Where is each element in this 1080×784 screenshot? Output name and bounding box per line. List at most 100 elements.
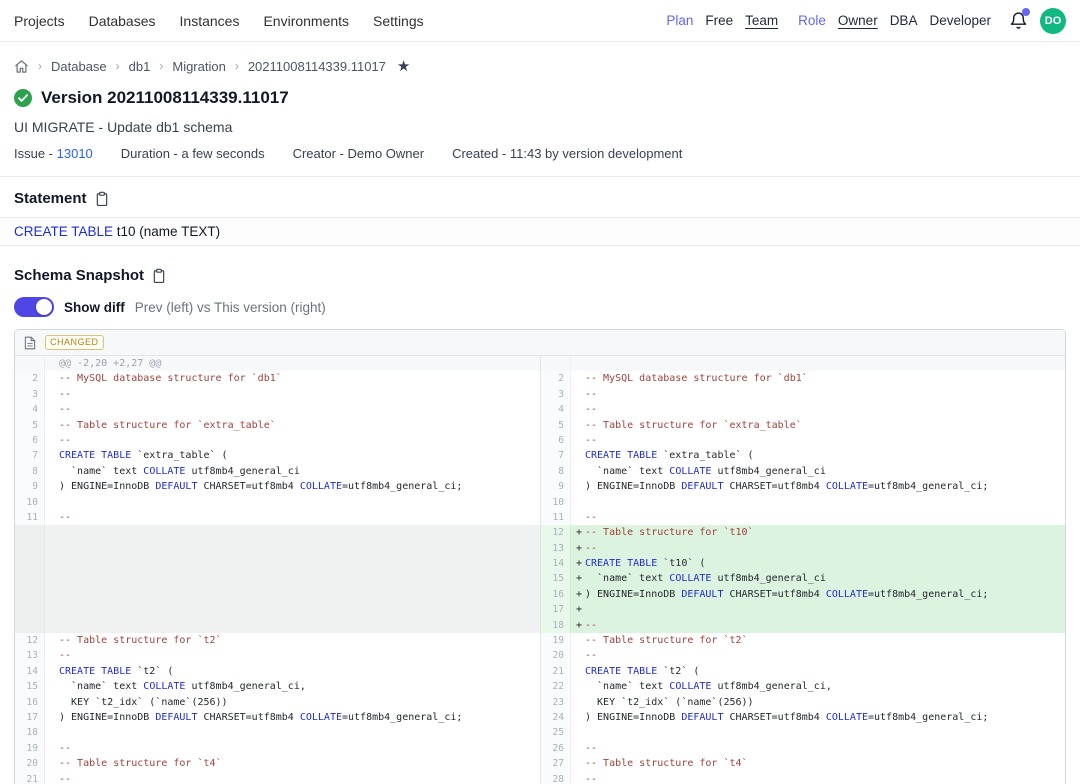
line-marker (571, 418, 585, 433)
diff-line: 11 -- (541, 510, 1065, 525)
notification-bell-icon[interactable] (1009, 11, 1028, 31)
bookmark-star-icon[interactable]: ★ (397, 59, 410, 74)
line-number: 17 (15, 710, 45, 725)
line-number: 21 (15, 772, 45, 784)
line-number: 5 (15, 418, 45, 433)
file-icon (24, 336, 36, 350)
line-number: 13 (15, 648, 45, 663)
line-number: 2 (541, 371, 571, 386)
diff-line: 6 -- (15, 433, 540, 448)
line-number: 10 (15, 495, 45, 510)
diff-line: 7 CREATE TABLE `extra_table` ( (541, 448, 1065, 463)
line-marker (45, 725, 59, 740)
diff-line: 11 -- (15, 510, 540, 525)
copy-schema-icon[interactable] (152, 268, 166, 284)
nav-item-projects[interactable]: Projects (14, 13, 65, 29)
line-number: 14 (541, 556, 571, 571)
line-marker (571, 648, 585, 663)
diff-line: 10 (15, 495, 540, 510)
line-number: 11 (541, 510, 571, 525)
main-content: Version 20211008114339.11017 UI MIGRATE … (0, 88, 1080, 784)
diff-line: 14 CREATE TABLE `t2` ( (15, 664, 540, 679)
line-marker (571, 479, 585, 494)
diff-line: 16+) ENGINE=InnoDB DEFAULT CHARSET=utf8m… (541, 587, 1065, 602)
section-divider (0, 176, 1080, 177)
role-current-link[interactable]: Owner (838, 13, 878, 28)
diff-column-this-version: 2 -- MySQL database structure for `db1`3… (540, 356, 1065, 784)
statement-title: Statement (14, 190, 87, 207)
diff-line: 3 -- (15, 387, 540, 402)
diff-line: 16 KEY `t2_idx` (`name`(256)) (15, 695, 540, 710)
show-diff-toggle[interactable] (14, 297, 54, 317)
added-line-marker: + (571, 618, 585, 633)
line-number: 9 (15, 479, 45, 494)
meta-issue: Issue - 13010 (14, 146, 93, 161)
home-icon[interactable] (14, 59, 29, 74)
added-line-marker: + (571, 587, 585, 602)
line-number (15, 525, 45, 633)
diff-line: 4 -- (15, 402, 540, 417)
diff-body: @@ -2,20 +2,27 @@2 -- MySQL database str… (15, 356, 1065, 784)
line-marker (45, 772, 59, 784)
breadcrumb-migration[interactable]: Migration (172, 59, 225, 74)
statement-keyword: CREATE TABLE (14, 224, 113, 239)
chevron-right-icon: › (159, 59, 163, 73)
diff-line: 5 -- Table structure for `extra_table` (541, 418, 1065, 433)
line-number: 21 (541, 664, 571, 679)
line-marker (571, 679, 585, 694)
line-number (541, 356, 571, 371)
main-nav-links: Projects Databases Instances Environment… (14, 13, 424, 29)
meta-creator: Creator - Demo Owner (293, 146, 424, 161)
diff-line: 17 ) ENGINE=InnoDB DEFAULT CHARSET=utf8m… (15, 710, 540, 725)
diff-line: 23 KEY `t2_idx` (`name`(256)) (541, 695, 1065, 710)
line-marker (45, 710, 59, 725)
diff-line: 13 -- (15, 648, 540, 663)
line-marker (571, 371, 585, 386)
diff-line: 7 CREATE TABLE `extra_table` ( (15, 448, 540, 463)
statement-rest: t10 (name TEXT) (113, 224, 220, 239)
diff-column-prev: @@ -2,20 +2,27 @@2 -- MySQL database str… (15, 356, 540, 784)
copy-statement-icon[interactable] (95, 191, 109, 207)
chevron-right-icon: › (116, 59, 120, 73)
avatar[interactable]: DO (1040, 8, 1066, 34)
line-number: 16 (541, 587, 571, 602)
toggle-knob (36, 299, 52, 315)
nav-item-settings[interactable]: Settings (373, 13, 424, 29)
line-number: 7 (541, 448, 571, 463)
line-marker (45, 633, 59, 648)
line-marker (571, 633, 585, 648)
nav-item-environments[interactable]: Environments (263, 13, 349, 29)
nav-item-databases[interactable]: Databases (89, 13, 156, 29)
breadcrumb-database[interactable]: Database (51, 59, 107, 74)
line-marker (45, 679, 59, 694)
line-marker (45, 741, 59, 756)
line-number: 7 (15, 448, 45, 463)
top-nav: Projects Databases Instances Environment… (0, 0, 1080, 42)
diff-line: 12 -- Table structure for `t2` (15, 633, 540, 648)
nav-item-instances[interactable]: Instances (180, 13, 240, 29)
diff-line: 28 -- (541, 772, 1065, 784)
line-number: 9 (541, 479, 571, 494)
chevron-right-icon: › (38, 59, 42, 73)
line-marker (45, 433, 59, 448)
line-number: 5 (541, 418, 571, 433)
line-marker (45, 479, 59, 494)
breadcrumb-db1[interactable]: db1 (129, 59, 151, 74)
diff-line: 6 -- (541, 433, 1065, 448)
account-area: Plan Free Team Role Owner DBA Developer … (666, 8, 1066, 34)
line-number: 4 (15, 402, 45, 417)
diff-line: 22 `name` text COLLATE utf8mb4_general_c… (541, 679, 1065, 694)
line-marker (45, 402, 59, 417)
line-number: 25 (541, 725, 571, 740)
schema-snapshot-heading: Schema Snapshot (14, 267, 1066, 284)
line-marker (571, 402, 585, 417)
line-number: 4 (541, 402, 571, 417)
issue-link[interactable]: 13010 (57, 146, 93, 161)
breadcrumb-version: 20211008114339.11017 (248, 59, 386, 74)
role-option-dba: DBA (890, 13, 918, 28)
line-number: 13 (541, 541, 571, 556)
plan-upgrade-link[interactable]: Team (745, 13, 778, 28)
diff-line: 12+-- Table structure for `t10` (541, 525, 1065, 540)
line-number: 18 (15, 725, 45, 740)
line-number: 10 (541, 495, 571, 510)
